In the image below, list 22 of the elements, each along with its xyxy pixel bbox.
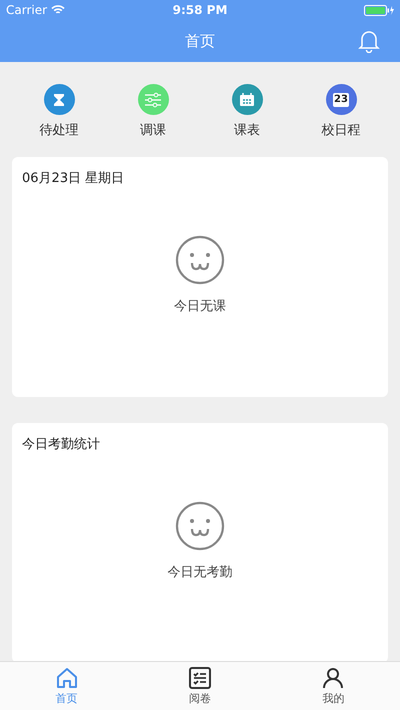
bell-icon[interactable] — [358, 29, 380, 53]
checklist-icon — [188, 666, 212, 690]
empty-message: 今日无课 — [174, 298, 226, 315]
card-title: 06月23日 星期日 — [22, 170, 124, 187]
card-title: 今日考勤统计 — [22, 436, 100, 453]
smiley-icon — [175, 501, 225, 551]
shortcut-button[interactable]: 课表 — [207, 84, 287, 139]
home-icon — [54, 666, 79, 690]
shortcut-button[interactable]: 调课 — [113, 84, 193, 139]
wifi-icon — [51, 5, 66, 15]
shortcut-button[interactable]: 待处理 — [19, 84, 99, 139]
empty-message: 今日无考勤 — [168, 564, 232, 581]
tab-item[interactable]: 阅卷 — [133, 662, 267, 710]
person-icon — [321, 666, 346, 690]
calendar-icon: 23 — [326, 84, 356, 115]
tab-item[interactable]: 我的 — [266, 662, 400, 710]
clock-time: 9:58 PM — [172, 3, 228, 17]
page-title: 首页 — [185, 32, 215, 50]
shortcut-button[interactable]: 23 校日程 — [301, 84, 381, 139]
smiley-icon — [175, 235, 225, 285]
battery-icon — [364, 4, 394, 16]
carrier-name: Carrier — [6, 3, 48, 17]
